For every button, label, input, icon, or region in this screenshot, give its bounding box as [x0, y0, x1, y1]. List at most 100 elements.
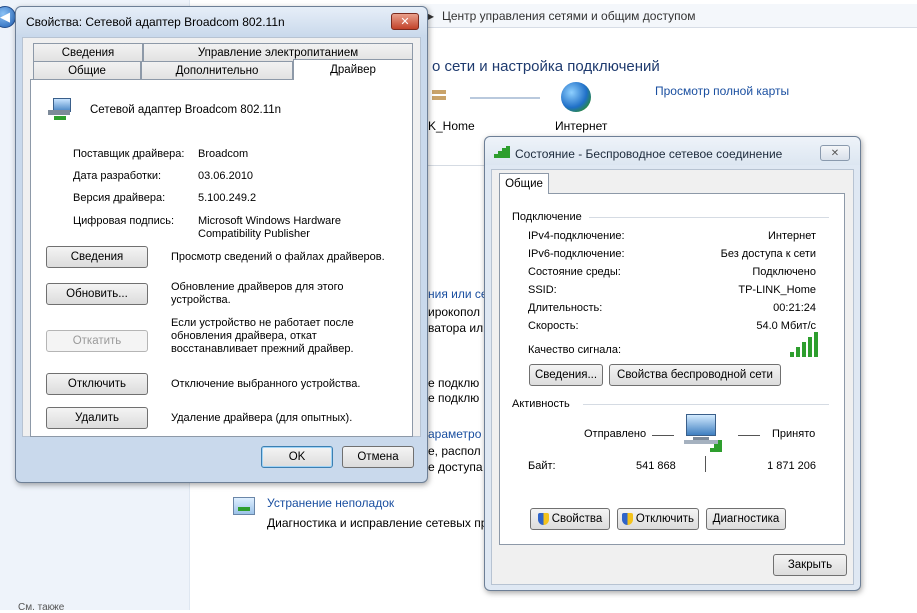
row-label: SSID: — [528, 284, 557, 296]
rollback-driver-button[interactable]: Откатить — [46, 330, 148, 352]
bg-text-fragment: е доступа — [428, 460, 483, 474]
title-bar[interactable]: Состояние - Беспроводное сетевое соедине… — [485, 137, 860, 165]
driver-tab-panel: Сетевой адаптер Broadcom 802.11n Поставщ… — [30, 79, 413, 437]
disable-button-label: Отключить — [635, 513, 695, 525]
divider — [428, 165, 488, 166]
shield-icon — [621, 513, 633, 525]
tab-general[interactable]: Общие — [33, 61, 141, 79]
properties-button[interactable]: Свойства — [530, 508, 610, 530]
close-icon[interactable]: ✕ — [820, 145, 850, 161]
title-bar[interactable]: Свойства: Сетевой адаптер Broadcom 802.1… — [16, 7, 427, 35]
bytes-label: Байт: — [528, 460, 556, 472]
tab-general[interactable]: Общие — [499, 173, 549, 194]
row-value: Подключено — [752, 266, 816, 278]
shield-icon — [537, 513, 549, 525]
action-description: Удаление драйвера (для опытных). — [171, 412, 353, 424]
bytes-received-value: 1 871 206 — [767, 460, 816, 472]
driver-details-button[interactable]: Сведения — [46, 246, 148, 268]
address-bar[interactable]: ▸ Центр управления сетями и общим доступ… — [420, 4, 917, 28]
bg-link-fragment[interactable]: араметро — [428, 427, 481, 441]
disable-button[interactable]: Отключить — [617, 508, 699, 530]
properties-button-label: Свойства — [551, 513, 603, 525]
bg-text-fragment: е подклю — [428, 376, 480, 390]
connection-details-button[interactable]: Сведения... — [529, 364, 603, 386]
info-label: Цифровая подпись: — [73, 215, 175, 227]
row-label: IPv4-подключение: — [528, 230, 625, 242]
sent-label: Отправлено — [584, 428, 647, 440]
ok-button[interactable]: OK — [261, 446, 333, 468]
bg-text-fragment: е подклю — [428, 391, 480, 405]
breadcrumb[interactable]: Центр управления сетями и общим доступом — [442, 9, 696, 23]
page-heading: о сети и настройка подключений — [432, 58, 660, 75]
activity-section-header: Активность — [512, 398, 570, 410]
tab-details[interactable]: Сведения — [33, 43, 143, 61]
cancel-button[interactable]: Отмена — [342, 446, 414, 468]
info-label: Версия драйвера: — [73, 192, 166, 204]
sent-line — [652, 435, 674, 436]
action-description: Обновление драйверов для этого устройств… — [171, 281, 344, 306]
action-description: Если устройство не работает после обновл… — [171, 317, 354, 355]
tab-advanced[interactable]: Дополнительно — [141, 61, 293, 79]
row-label: Состояние среды: — [528, 266, 621, 278]
wireless-properties-button[interactable]: Свойства беспроводной сети — [609, 364, 781, 386]
row-value: Интернет — [768, 230, 816, 242]
signal-bar — [808, 337, 812, 357]
signal-quality-meter — [790, 332, 820, 357]
troubleshoot-link[interactable]: Устранение неполадок — [267, 496, 394, 510]
signal-quality-label: Качество сигнала: — [528, 344, 622, 356]
troubleshoot-icon — [233, 497, 255, 515]
tab-driver[interactable]: Драйвер — [293, 59, 413, 80]
activity-separator — [705, 456, 706, 472]
info-value: 03.06.2010 — [198, 170, 254, 182]
divider — [589, 217, 829, 218]
computer-activity-icon — [684, 412, 724, 456]
general-tab-panel: Подключение IPv4-подключение: Интернет I… — [499, 193, 845, 545]
map-internet-label: Интернет — [555, 119, 608, 133]
info-value: Broadcom — [198, 148, 249, 160]
divider — [583, 404, 829, 405]
action-description: Просмотр сведений о файлах драйверов. — [171, 251, 385, 263]
wireless-status-window: Состояние - Беспроводное сетевое соедине… — [484, 136, 861, 591]
signal-bar — [814, 332, 818, 357]
info-value: 5.100.249.2 — [198, 192, 257, 204]
row-label: Длительность: — [528, 302, 603, 314]
home-network-icon — [430, 86, 448, 106]
disable-device-button[interactable]: Отключить — [46, 373, 148, 395]
bg-text-fragment: е, распол — [428, 444, 481, 458]
action-description: Отключение выбранного устройства. — [171, 378, 361, 390]
bg-link-fragment[interactable]: ния или се — [428, 287, 488, 301]
map-home-label: K_Home — [428, 119, 475, 133]
signal-bar — [796, 347, 800, 357]
device-name: Сетевой адаптер Broadcom 802.11n — [90, 104, 282, 116]
close-button[interactable]: Закрыть — [773, 554, 847, 576]
close-icon[interactable]: ✕ — [391, 13, 419, 30]
received-label: Принято — [772, 428, 816, 440]
info-value: Microsoft Windows Hardware Compatibility… — [198, 215, 342, 240]
see-also-label: См. также — [18, 602, 65, 613]
bg-text-fragment: ватора ил — [428, 321, 484, 335]
globe-icon — [561, 82, 591, 112]
row-label: Скорость: — [528, 320, 579, 332]
network-adapter-icon — [48, 96, 74, 124]
received-line — [738, 435, 760, 436]
row-value: 00:21:24 — [773, 302, 816, 314]
signal-bar — [790, 352, 794, 357]
row-value: TP-LINK_Home — [738, 284, 816, 296]
connection-section-header: Подключение — [512, 211, 582, 223]
row-value: Без доступа к сети — [720, 248, 816, 260]
full-map-link[interactable]: Просмотр полной карты — [655, 84, 789, 98]
signal-icon — [494, 146, 510, 158]
signal-bar — [802, 342, 806, 357]
driver-properties-window: Свойства: Сетевой адаптер Broadcom 802.1… — [15, 6, 428, 483]
map-connector-line — [470, 97, 540, 99]
row-label: IPv6-подключение: — [528, 248, 625, 260]
bg-text-fragment: ирокопол — [428, 305, 481, 319]
info-label: Поставщик драйвера: — [73, 148, 185, 160]
uninstall-driver-button[interactable]: Удалить — [46, 407, 148, 429]
troubleshoot-description: Диагностика и исправление сетевых пр — [267, 516, 488, 530]
bytes-sent-value: 541 868 — [636, 460, 676, 472]
breadcrumb-arrow-icon: ▸ — [428, 9, 435, 23]
diagnose-button[interactable]: Диагностика — [706, 508, 786, 530]
info-label: Дата разработки: — [73, 170, 162, 182]
update-driver-button[interactable]: Обновить... — [46, 283, 148, 305]
